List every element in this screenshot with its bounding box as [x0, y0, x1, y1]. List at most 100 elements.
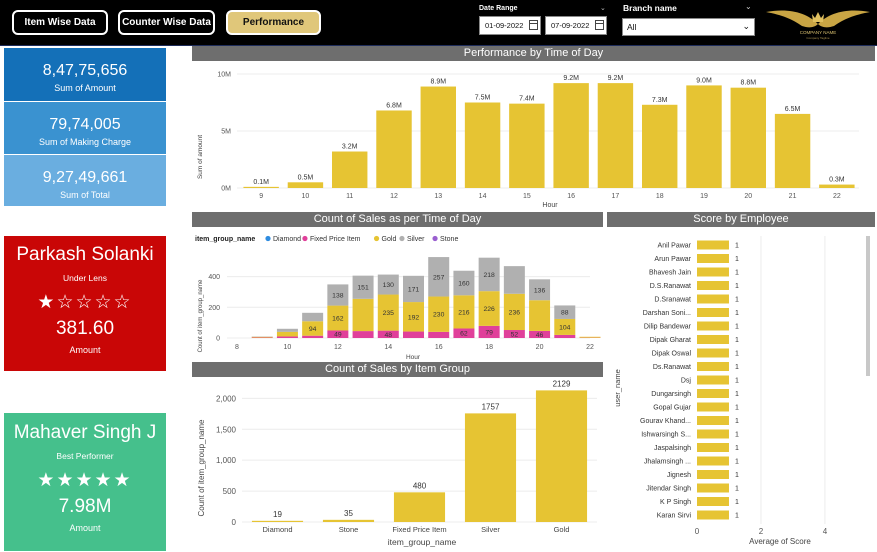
bar	[697, 254, 729, 263]
employee-name: Karan Sirvi	[657, 513, 692, 520]
branch-chevron-icon[interactable]: ⌄	[745, 2, 752, 11]
bar	[819, 184, 855, 188]
y-axis-label: Count of item_group_name	[198, 279, 204, 352]
bar	[597, 83, 634, 188]
bar	[686, 85, 722, 188]
date-range-chevron-icon[interactable]: ⌄	[600, 4, 606, 12]
kpi-amount-value: 8,47,75,656	[42, 62, 128, 79]
bar	[697, 402, 729, 412]
data-label: 1	[735, 418, 739, 425]
employee-name: D.Sranawat	[654, 297, 691, 304]
y-tick-label: 200	[208, 305, 220, 312]
bar	[697, 429, 729, 439]
kpi-card-total: 9,27,49,661 Sum of Total	[4, 155, 166, 206]
company-logo: COMPANY NAME Company Tagline	[766, 10, 870, 40]
data-label: 1	[735, 256, 739, 263]
data-label: 1	[735, 486, 739, 493]
data-label: 1	[735, 243, 739, 250]
x-tick-label: Diamond	[262, 525, 292, 534]
data-label: 35	[344, 509, 353, 518]
y-tick-label: 2,000	[216, 394, 237, 403]
bar	[509, 103, 545, 188]
data-label: 1	[735, 391, 739, 398]
calendar-icon[interactable]	[529, 20, 538, 30]
x-tick-label: Gold	[554, 525, 570, 534]
date-to-field[interactable]: 07-09-2022	[545, 16, 607, 35]
bar	[697, 497, 729, 506]
x-tick-label: 8	[235, 344, 239, 351]
bar-segment	[276, 331, 298, 337]
date-from-value: 01-09-2022	[485, 21, 524, 30]
data-label: 192	[408, 314, 420, 321]
x-tick-label: 18	[485, 344, 493, 351]
bar-segment	[352, 298, 374, 332]
employee-name: D.S.Ranawat	[650, 283, 691, 290]
bar	[697, 335, 729, 344]
data-label: 46	[536, 332, 544, 339]
bar	[393, 492, 446, 522]
kpi-making-charge-label: Sum of Making Charge	[38, 137, 132, 147]
data-label: 7.4M	[519, 96, 535, 103]
bar	[420, 86, 456, 188]
legend-item: Diamond	[273, 236, 301, 243]
x-tick-label: 17	[612, 193, 620, 200]
data-label: 0.3M	[829, 177, 845, 184]
x-tick-label: 19	[700, 193, 708, 200]
item-wise-data-button[interactable]: Item Wise Data	[12, 10, 108, 35]
count-of-sales-by-item-group-chart: Count of item_group_name item_group_name…	[197, 379, 597, 547]
date-from-field[interactable]: 01-09-2022	[479, 16, 541, 35]
bar	[697, 416, 729, 425]
data-label: 1	[735, 270, 739, 277]
under-lens-card: Parkash Solanki Under Lens ★☆☆☆☆ 381.60 …	[4, 236, 166, 371]
legend-marker	[265, 235, 271, 242]
bar-segment	[403, 331, 424, 338]
data-label: 136	[534, 287, 546, 294]
branch-select[interactable]: All ⌄	[622, 18, 755, 36]
data-label: 1757	[482, 402, 500, 411]
employee-name: Dsj	[681, 378, 692, 385]
data-label: 1	[735, 472, 739, 479]
bar	[697, 443, 729, 452]
performance-button[interactable]: Performance	[226, 10, 321, 35]
x-tick-label: Stone	[339, 525, 359, 534]
bar-segment	[529, 300, 551, 331]
calendar-icon[interactable]	[595, 20, 604, 30]
bar	[697, 456, 729, 466]
x-axis-label: Hour	[542, 202, 558, 209]
bar	[730, 87, 766, 188]
performance-by-time-title: Performance by Time of Day	[192, 46, 875, 61]
data-label: 1	[735, 459, 739, 466]
y-tick-label: 1,000	[216, 456, 237, 465]
employee-name: Anil Pawar	[658, 243, 692, 250]
y-axis-label: Count of item_group_name	[197, 419, 206, 517]
bar	[697, 348, 729, 358]
data-label: 1	[735, 364, 739, 371]
data-label: 8.8M	[741, 80, 757, 87]
legend-marker	[302, 235, 308, 242]
best-performer-value: 7.98M	[58, 496, 112, 517]
data-label: 1	[735, 378, 739, 385]
bar	[697, 470, 729, 479]
x-tick-label: 10	[302, 193, 310, 200]
legend-marker	[432, 235, 438, 242]
bar	[697, 375, 729, 385]
kpi-total-value: 9,27,49,661	[42, 169, 128, 186]
employee-name: Dilip Bandewar	[644, 324, 692, 331]
logo-subtext: Company Tagline	[806, 36, 829, 40]
bar	[697, 321, 729, 331]
data-label: 1	[735, 337, 739, 344]
best-performer-unit: Amount	[69, 523, 101, 533]
data-label: 104	[559, 324, 571, 331]
bar	[697, 510, 729, 520]
under-lens-value: 381.60	[55, 318, 115, 339]
x-axis-label: Average of Score	[749, 537, 811, 546]
data-label: 0.5M	[298, 174, 314, 181]
score-by-employee-chart: user_name Average of Score 0 2 4 Anil Pawar…	[613, 236, 870, 546]
bar	[332, 151, 368, 188]
data-label: 88	[561, 310, 569, 317]
scrollbar[interactable]	[866, 236, 870, 376]
y-tick-label: 500	[223, 487, 237, 496]
data-label: 171	[408, 286, 420, 293]
counter-wise-data-button[interactable]: Counter Wise Data	[118, 10, 215, 35]
score-by-employee-title: Score by Employee	[607, 212, 875, 227]
